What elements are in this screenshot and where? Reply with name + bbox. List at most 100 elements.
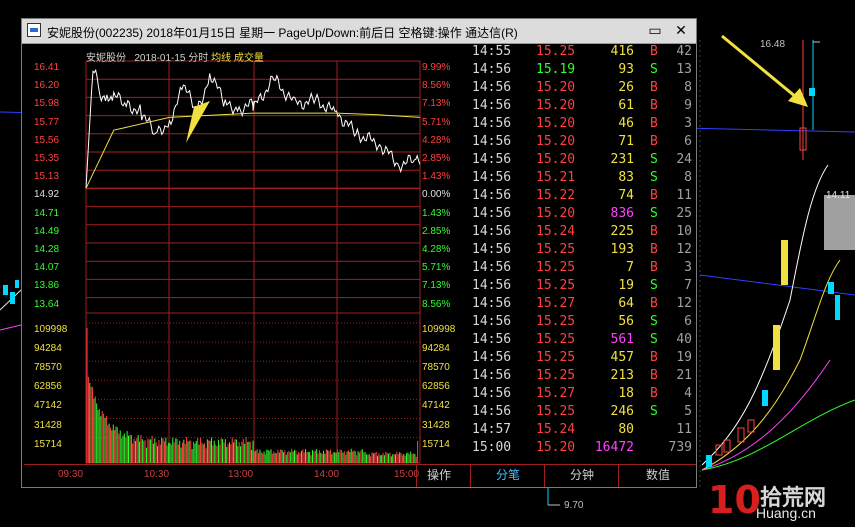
trade-time: 14:56	[472, 368, 512, 383]
trade-time: 14:56	[472, 62, 512, 77]
vol-tick-label-left: 47142	[34, 400, 62, 412]
pct-tick-label: 2.85%	[422, 225, 451, 237]
tab-operate[interactable]: 操作	[416, 465, 461, 487]
price-tick-label: 13.64	[34, 298, 60, 310]
trade-count: 3	[684, 116, 692, 131]
trade-price: 15.27	[536, 296, 576, 311]
trade-volume: 64	[618, 296, 634, 311]
trade-row: 14:56 15.25 193 B 12	[470, 241, 696, 259]
trade-volume: 83	[618, 170, 634, 185]
trade-row: 14:56 15.19 93 S 13	[470, 61, 696, 79]
trade-count: 11	[676, 422, 692, 437]
vol-tick-label-right: 15714	[422, 438, 450, 450]
trade-row: 14:56 15.25 19 S 7	[470, 277, 696, 295]
price-tick-label: 15.35	[34, 153, 60, 164]
vol-tick-label-right: 94284	[422, 343, 450, 355]
vol-tick-label-right: 31428	[422, 419, 450, 431]
trade-volume: 18	[618, 386, 634, 401]
watermark-logo: 10 拾荒网 Huang.cn	[708, 478, 848, 522]
pct-tick-label: 1.43%	[422, 207, 451, 219]
trade-time: 14:56	[472, 224, 512, 239]
trade-direction: B	[650, 386, 658, 401]
trade-row: 14:56 15.20 26 B 8	[470, 79, 696, 97]
pct-tick-label: 8.56%	[422, 298, 451, 310]
trade-direction: S	[650, 404, 658, 419]
tab-minutes[interactable]: 分钟	[544, 465, 619, 487]
trade-time: 14:56	[472, 242, 512, 257]
intraday-chart[interactable]: 安妮股份 2018-01-15 分时 均线 成交量 16.41 9.99% 16.2…	[24, 43, 470, 480]
trade-time: 14:56	[472, 332, 512, 347]
trade-price: 15.25	[536, 350, 576, 365]
arrow-icon	[186, 101, 210, 143]
window-title: 安妮股份(002235) 2018年01月15日 星期一 PageUp/Down…	[47, 26, 518, 40]
trade-time: 14:56	[472, 206, 512, 221]
trade-direction: B	[650, 188, 658, 203]
pct-tick-label: 5.71%	[422, 116, 451, 128]
trade-row: 14:56 15.25 246 S 5	[470, 403, 696, 421]
trade-count: 8	[684, 170, 692, 185]
watermark-en: Huang.cn	[756, 505, 816, 521]
restore-button[interactable]: ▭	[644, 21, 666, 40]
trade-volume: 74	[618, 188, 634, 203]
trade-volume: 561	[610, 332, 634, 347]
trade-price: 15.22	[536, 188, 576, 203]
trade-count: 11	[676, 188, 692, 203]
price-tick-label: 16.41	[34, 62, 60, 73]
chart-date: 2018-01-15	[134, 53, 186, 64]
trade-volume: 46	[618, 116, 634, 131]
title-bar[interactable]: 安妮股份(002235) 2018年01月15日 星期一 PageUp/Down…	[22, 19, 696, 44]
trade-direction: S	[650, 314, 658, 329]
trade-direction: B	[650, 368, 658, 383]
trade-volume: 193	[610, 242, 634, 257]
trade-direction: S	[650, 332, 658, 347]
trade-volume: 836	[610, 206, 634, 221]
trade-price: 15.27	[536, 386, 576, 401]
trade-time: 14:56	[472, 404, 512, 419]
tab-values[interactable]: 数值	[618, 465, 697, 487]
vol-tick-label-left: 31428	[34, 419, 62, 431]
trade-row: 14:56 15.25 56 S 6	[470, 313, 696, 331]
trade-row: 15:00 15.20 16472 739	[470, 439, 696, 457]
trade-row: 14:56 15.22 74 B 11	[470, 187, 696, 205]
avg-line	[85, 112, 421, 189]
trade-time: 14:56	[472, 152, 512, 167]
trade-time: 14:56	[472, 170, 512, 185]
vol-tick-label-right: 109998	[422, 324, 456, 335]
trade-count: 9	[684, 98, 692, 113]
trade-time: 14:55	[472, 44, 512, 59]
price-tick-label: 14.07	[34, 262, 60, 274]
trade-count: 6	[684, 134, 692, 149]
trade-time: 15:00	[472, 440, 512, 455]
tab-ticks[interactable]: 分笔	[470, 465, 545, 487]
trade-time: 14:56	[472, 98, 512, 113]
trade-price: 15.20	[536, 98, 576, 113]
trade-direction: B	[650, 350, 658, 365]
trade-row: 14:56 15.25 561 S 40	[470, 331, 696, 349]
price-tick-label: 15.77	[34, 116, 60, 128]
price-tick-label: 15.98	[34, 98, 60, 110]
trade-row: 14:56 15.24 225 B 10	[470, 223, 696, 241]
trade-price: 15.20	[536, 440, 576, 455]
trade-count: 4	[684, 386, 692, 401]
trade-count: 8	[684, 80, 692, 95]
trade-price: 15.21	[536, 170, 576, 185]
close-button[interactable]: ✕	[670, 21, 692, 40]
pct-tick-label: 4.28%	[422, 244, 451, 255]
trade-count: 3	[684, 260, 692, 275]
trade-time: 14:56	[472, 296, 512, 311]
trade-count: 10	[676, 224, 692, 239]
trade-list[interactable]: 14:55 15.25 416 B 42 14:56 15.19 93 S 13 14:56 15.2…	[470, 43, 696, 464]
trade-count: 12	[676, 242, 692, 257]
trade-price: 15.24	[536, 224, 576, 239]
trade-direction: B	[650, 116, 658, 131]
bg-left-candles	[3, 280, 19, 304]
vol-tick-label-right: 47142	[422, 400, 450, 412]
trade-row: 14:56 15.20 71 B 6	[470, 133, 696, 151]
pct-tick-label: 1.43%	[422, 171, 451, 183]
trade-price: 15.20	[536, 116, 576, 131]
trade-count: 12	[676, 296, 692, 311]
chart-svg	[85, 60, 421, 464]
trade-volume: 19	[618, 278, 634, 293]
bg-side-label: 14.11	[826, 190, 851, 201]
vol-tick-label-right: 78570	[422, 362, 450, 374]
